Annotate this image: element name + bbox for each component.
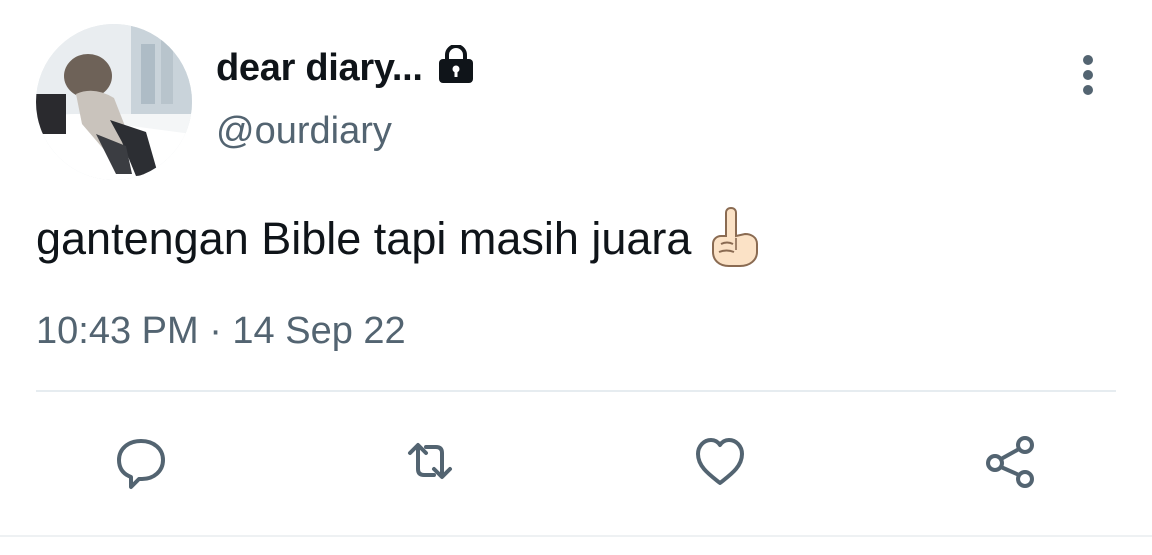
avatar-photo (36, 24, 192, 180)
heart-icon[interactable] (684, 425, 756, 497)
user-handle[interactable]: @ourdiary (216, 110, 392, 153)
display-name-row: dear diary... (216, 44, 477, 92)
display-name[interactable]: dear diary... (216, 47, 423, 90)
retweet-icon[interactable] (394, 425, 466, 497)
share-icon[interactable] (975, 425, 1047, 497)
action-bar (0, 425, 1152, 505)
divider (36, 390, 1116, 392)
tweet-timestamp[interactable]: 10:43 PM · 14 Sep 22 (36, 310, 406, 353)
index-pointing-up-emoji (707, 204, 763, 268)
tweet-text-row: gantengan Bible tapi masih juara (36, 206, 763, 268)
tweet-card: dear diary... @ourdiary gantengan Bible … (0, 0, 1152, 555)
avatar[interactable] (36, 24, 192, 180)
bottom-divider (0, 535, 1152, 537)
reply-icon[interactable] (105, 425, 177, 497)
lock-icon (435, 44, 477, 85)
more-vertical-icon[interactable] (1070, 52, 1106, 98)
tweet-text: gantengan Bible tapi masih juara (36, 213, 692, 264)
